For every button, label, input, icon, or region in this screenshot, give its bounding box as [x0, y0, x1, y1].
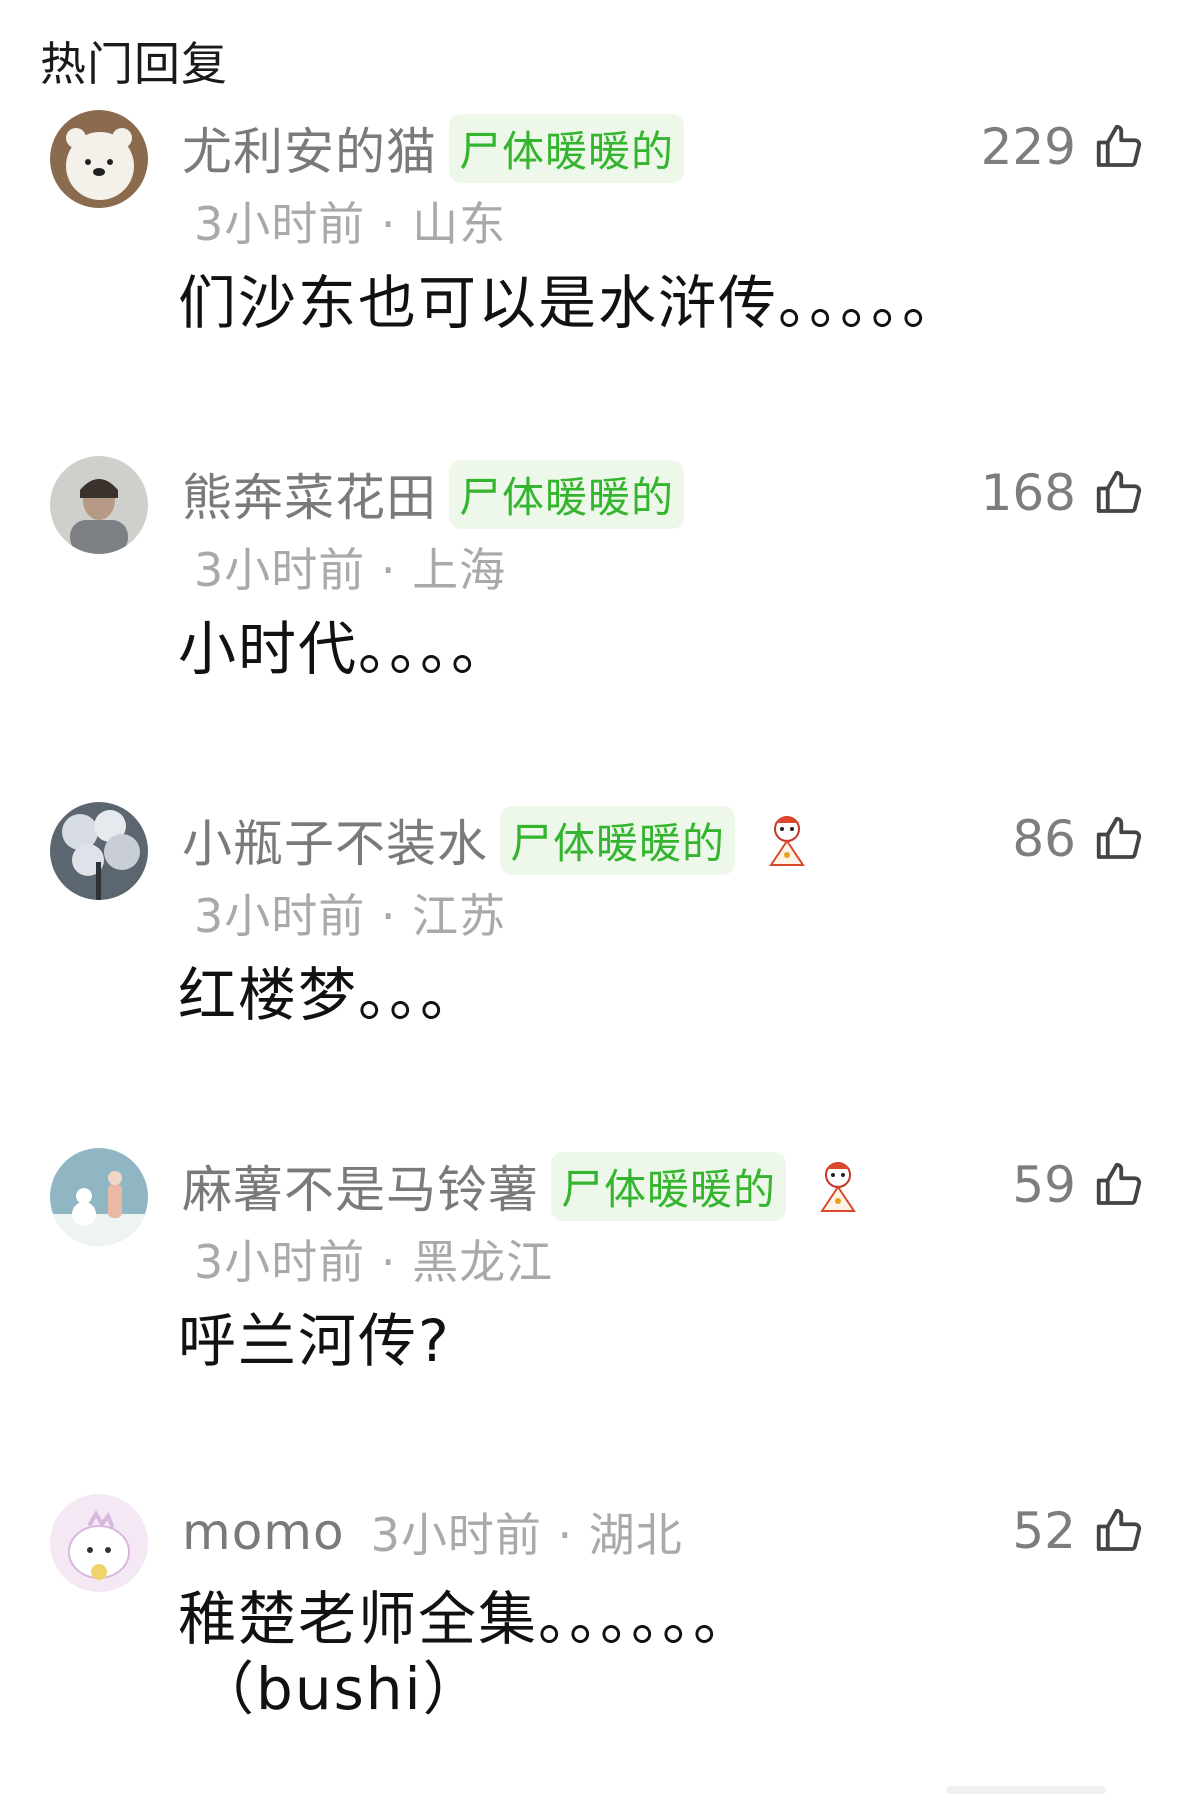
location: 江苏	[412, 889, 507, 943]
username[interactable]: momo	[182, 1503, 345, 1561]
thumbs-up-icon	[1096, 470, 1142, 513]
comment-text: 红楼梦。。。	[178, 961, 481, 1029]
comment-meta: 3小时前 · 上海	[194, 534, 506, 600]
timestamp: 3小时前	[370, 1508, 542, 1562]
like-button[interactable]: 52	[1012, 1502, 1146, 1560]
avatar[interactable]	[50, 1148, 148, 1246]
like-count: 59	[1012, 1156, 1076, 1214]
avatar[interactable]	[50, 1494, 148, 1592]
snowman-avatar-icon	[50, 1148, 148, 1246]
mascot-emblem-icon	[769, 816, 805, 866]
like-count: 52	[1012, 1502, 1076, 1560]
comment-text-line2: （bushi）	[196, 1655, 483, 1723]
comment-text: 小时代。。。。	[178, 615, 512, 683]
comment-header: 熊奔菜花田 尸体暖暖的	[182, 456, 685, 532]
like-count: 229	[980, 118, 1076, 176]
meta-separator: ·	[380, 543, 397, 597]
username[interactable]: 麻薯不是马铃薯	[182, 1150, 539, 1222]
timestamp: 3小时前	[194, 1235, 366, 1289]
location: 黑龙江	[412, 1235, 554, 1289]
avatar[interactable]	[50, 802, 148, 900]
thumbs-up-icon	[1096, 1162, 1142, 1205]
location: 山东	[412, 197, 507, 251]
like-count: 168	[980, 464, 1076, 522]
like-button[interactable]: 86	[1012, 810, 1146, 868]
badge: 尸体暖暖的	[500, 805, 736, 875]
comment-meta: 3小时前 · 黑龙江	[194, 1226, 553, 1292]
avatar[interactable]	[50, 110, 148, 208]
section-title: 热门回复	[40, 37, 228, 91]
comment-meta: 3小时前 · 山东	[194, 188, 506, 254]
username[interactable]: 熊奔菜花田	[182, 458, 437, 530]
cherry-blossom-avatar-icon	[50, 802, 148, 900]
meta-separator: ·	[380, 197, 397, 251]
mascot-emblem-icon	[820, 1162, 856, 1212]
like-count: 86	[1012, 810, 1076, 868]
badge: 尸体暖暖的	[449, 459, 685, 529]
comment-header: 麻薯不是马铃薯 尸体暖暖的	[182, 1148, 864, 1224]
comment-text: 们沙东也可以是水浒传。。。。。	[178, 269, 963, 337]
comment-header: momo 3小时前 · 湖北	[182, 1494, 683, 1570]
timestamp: 3小时前	[194, 889, 366, 943]
timestamp: 3小时前	[194, 197, 366, 251]
like-button[interactable]: 168	[981, 464, 1146, 522]
comment-header: 小瓶子不装水 尸体暖暖的	[182, 802, 813, 878]
comment-text: 呼兰河传?	[178, 1307, 451, 1375]
bottom-indicator	[946, 1786, 1106, 1794]
location: 湖北	[588, 1508, 683, 1562]
comment-header: 尤利安的猫 尸体暖暖的	[182, 110, 685, 186]
comment-meta: 3小时前 · 江苏	[194, 880, 506, 946]
username[interactable]: 小瓶子不装水	[182, 804, 488, 876]
like-button[interactable]: 229	[981, 118, 1146, 176]
polar-bear-avatar-icon	[50, 110, 148, 208]
thumbs-up-icon	[1096, 816, 1142, 859]
thumbs-up-icon	[1096, 124, 1142, 167]
comment-meta: 3小时前 · 湖北	[371, 1499, 683, 1565]
pink-cartoon-avatar-icon	[50, 1494, 148, 1592]
like-button[interactable]: 59	[1012, 1156, 1146, 1214]
meta-separator: ·	[380, 889, 397, 943]
badge: 尸体暖暖的	[449, 113, 685, 183]
username[interactable]: 尤利安的猫	[182, 112, 437, 184]
thumbs-up-icon	[1096, 1508, 1142, 1551]
avatar[interactable]	[50, 456, 148, 554]
location: 上海	[412, 543, 507, 597]
meta-separator: ·	[557, 1508, 574, 1562]
timestamp: 3小时前	[194, 543, 366, 597]
person-photo-avatar-icon	[50, 456, 148, 554]
badge: 尸体暖暖的	[551, 1151, 787, 1221]
meta-separator: ·	[380, 1235, 397, 1289]
